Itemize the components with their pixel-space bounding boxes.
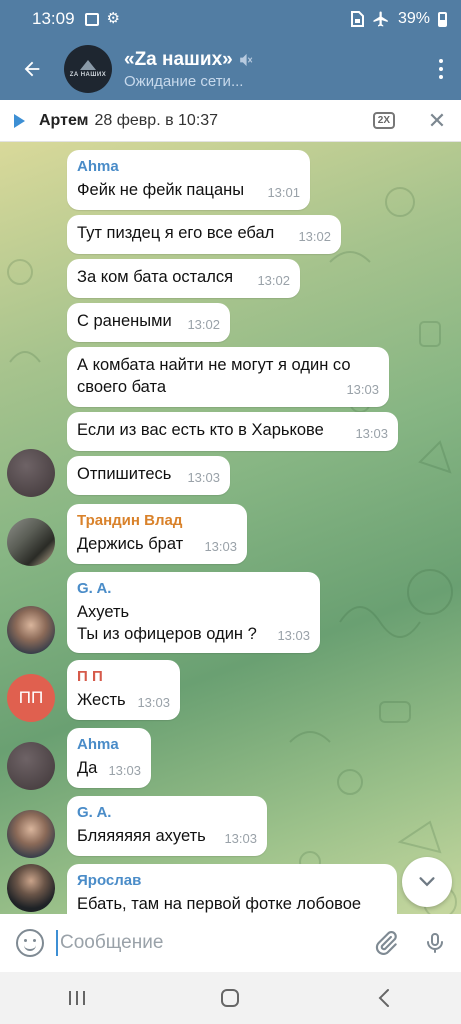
message-time: 13:03 [355,426,388,441]
user-avatar[interactable] [7,864,55,912]
chevron-down-icon [419,877,435,887]
user-avatar[interactable] [7,742,55,790]
back-button[interactable] [0,38,64,100]
message-sender[interactable]: Трандин Влад [77,511,237,531]
audio-date: 28 февр. в 10:37 [94,111,219,129]
message-sender[interactable]: Ярослав [77,871,387,891]
playback-speed-button[interactable]: 2X [372,112,395,129]
recent-apps-button[interactable] [47,978,107,1018]
message-bubble[interactable]: А комбата найти не могут я один со своег… [67,347,389,407]
muted-icon [239,53,253,66]
audio-sender: Артем [39,111,89,129]
user-avatar[interactable]: ПП [7,674,55,722]
back-arrow-icon [24,61,40,77]
message-text: Ебать, там на первой фотке лобовое [77,895,362,913]
message-text: Ахуеть Ты из офицеров один ? [77,603,257,643]
message-text: Если из вас есть кто в Харькове [77,421,324,439]
user-avatar[interactable] [7,518,55,566]
message-text: А комбата найти не могут я один со своег… [77,356,351,396]
message-time: 13:01 [267,185,300,200]
logo-icon [80,60,96,70]
microphone-icon [427,933,443,953]
message-bubble[interactable]: Тут пиздец я его все ебал 13:02 [67,215,341,254]
more-menu-button[interactable] [421,38,461,100]
pinned-audio-bar[interactable]: Артем 28 февр. в 10:37 2X ✕ [0,100,461,142]
user-avatar[interactable] [7,606,55,654]
message-bubble[interactable]: Ahma Да 13:03 [67,728,151,788]
sim-icon [350,11,364,27]
battery-icon [438,11,447,27]
chat-avatar-text: ZA НАШИХ [69,72,107,78]
message-bubble[interactable]: Ярослав Ебать, там на первой фотке лобов… [67,864,397,914]
system-nav-bar [0,972,461,1024]
airplane-icon [373,11,388,27]
gallery-icon [84,12,99,26]
message-input[interactable] [56,930,363,956]
message-time: 13:03 [187,470,220,485]
message-time: 13:02 [187,317,220,332]
home-icon [221,989,240,1007]
message-time: 13:03 [137,695,170,710]
emoji-icon[interactable] [16,929,44,957]
battery-percent: 39% [397,10,430,27]
message-time: 13:03 [224,831,257,846]
message-time: 13:03 [204,539,237,554]
user-avatar[interactable] [7,810,55,858]
message-sender[interactable]: G. A. [77,803,257,823]
status-time: 13:09 [32,9,75,28]
message-bubble[interactable]: За ком бата остался 13:02 [67,259,300,298]
back-nav-button[interactable] [354,978,414,1018]
back-chevron-icon [378,989,390,1007]
voice-record-button[interactable] [409,930,461,956]
message-bubble[interactable]: G. A. Ахуеть Ты из офицеров один ? 13:03 [67,572,320,653]
close-icon[interactable]: ✕ [421,108,453,134]
message-time: 13:03 [346,382,379,397]
avatar-initials: ПП [18,688,44,707]
attach-button[interactable] [363,930,409,956]
message-bubble[interactable]: С ранеными 13:02 [67,303,230,342]
message-sender[interactable]: Ahma [77,157,300,177]
message-bubble[interactable]: G. A. Бляяяяяя ахуеть 13:03 [67,796,267,856]
message-bubble[interactable]: Отпишитесь 13:03 [67,456,230,495]
message-sender[interactable]: G. A. [77,579,310,599]
paperclip-icon [375,931,397,955]
scroll-down-button[interactable] [402,857,452,907]
user-avatar[interactable] [7,449,55,497]
chat-info[interactable]: «Za наших» Ожидание сети... [124,49,421,90]
recent-apps-icon [68,991,85,1005]
play-icon[interactable] [14,113,25,128]
message-composer [0,914,461,972]
message-sender[interactable]: П П [77,667,170,687]
status-bar: 13:09 ⚙ 39% [0,0,461,38]
message-text: Тут пиздец я его все ебал [77,224,275,242]
chat-header: ZA НАШИХ «Za наших» Ожидание сети... [0,38,461,100]
message-bubble[interactable]: Если из вас есть кто в Харькове 13:03 [67,412,398,451]
message-time: 13:02 [298,229,331,244]
chat-title: «Za наших» [124,48,233,70]
chat-status: Ожидание сети... [124,72,244,90]
chat-avatar[interactable]: ZA НАШИХ [64,45,112,93]
message-sender[interactable]: Ahma [77,735,141,755]
message-list[interactable]: Ahma Фейк не фейк пацаны 13:01 Тут пизде… [0,142,461,914]
settings-icon: ⚙ [106,10,120,27]
home-button[interactable] [200,978,260,1018]
message-time: 13:03 [108,763,141,778]
message-time: 13:03 [277,628,310,643]
message-bubble[interactable]: П П Жесть 13:03 [67,660,180,720]
message-time: 13:02 [257,273,290,288]
message-bubble[interactable]: Трандин Влад Держись брат 13:03 [67,504,247,564]
message-bubble[interactable]: Ahma Фейк не фейк пацаны 13:01 [67,150,310,210]
